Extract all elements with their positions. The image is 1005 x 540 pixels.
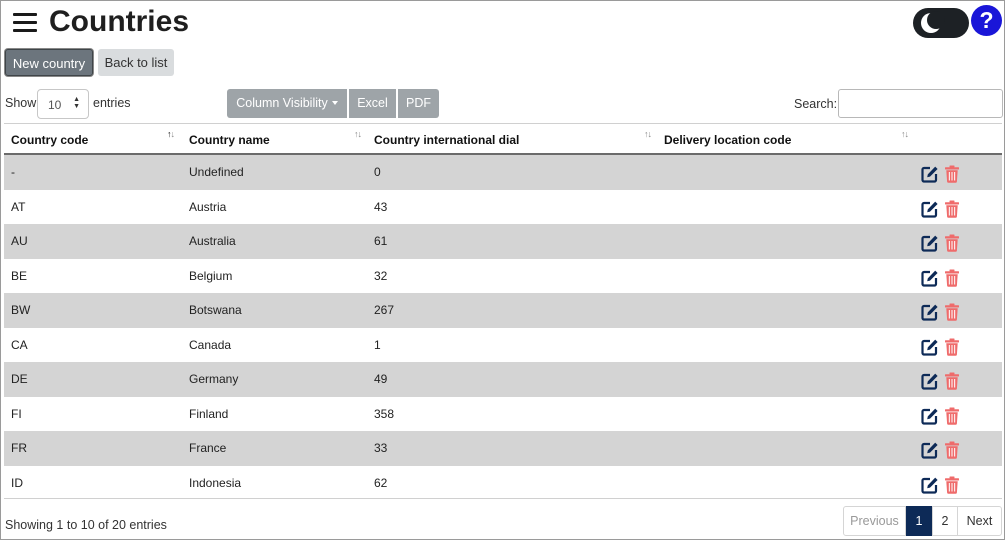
dark-mode-toggle[interactable] [913,8,969,38]
delete-icon[interactable] [944,441,960,459]
international-dial-cell: 32 [374,268,388,283]
table-bottom-border [4,498,1002,499]
table-header: Country code ↑↓ Country name ↑↓ Country … [4,124,1002,155]
country-code-cell: DE [11,372,28,386]
edit-icon[interactable] [921,234,939,252]
menu-icon[interactable] [13,12,37,32]
pagination-next[interactable]: Next [957,506,1002,536]
column-visibility-button[interactable]: Column Visibility [227,89,347,118]
sort-icon[interactable]: ↑↓ [354,129,362,139]
table-row: - Undefined 0 [4,155,1002,190]
column-header-country-name[interactable]: Country name [189,133,270,147]
international-dial-cell: 43 [374,199,388,214]
pdf-export-button[interactable]: PDF [398,89,439,118]
delete-icon[interactable] [944,372,960,390]
country-code-cell: ID [11,475,23,490]
country-name-cell: Finland [189,406,229,421]
select-arrows-icon: ▲ ▼ [73,96,80,110]
column-visibility-label: Column Visibility [236,96,328,110]
delete-icon[interactable] [944,200,960,218]
back-to-list-button[interactable]: Back to list [98,49,174,76]
international-dial-cell: 0 [374,165,381,179]
country-name-cell: France [189,441,227,455]
edit-icon[interactable] [921,441,939,459]
country-name-cell: Botswana [189,303,242,317]
country-code-cell: FR [11,441,27,455]
help-button[interactable]: ? [971,5,1002,36]
sort-icon[interactable]: ↑↓ [644,129,652,139]
table-row: AU Australia 61 [4,224,1002,259]
country-name-cell: Canada [189,337,232,352]
international-dial-cell: 33 [374,441,388,455]
international-dial-cell: 1 [374,337,381,352]
edit-icon[interactable] [921,476,939,494]
entries-label: entries [93,96,131,110]
table-row: ID Indonesia 62 [4,466,1002,501]
table-info: Showing 1 to 10 of 20 entries [5,518,167,532]
pagination-page-1[interactable]: 1 [906,506,932,536]
excel-export-button[interactable]: Excel [349,89,396,118]
country-code-cell: CA [11,337,28,352]
app-frame: Countries ? New country Back to list Sho… [0,0,1005,540]
entries-length-value: 10 [48,98,62,112]
international-dial-cell: 61 [374,234,388,248]
delete-icon[interactable] [944,165,960,183]
delete-icon[interactable] [944,476,960,494]
country-name-cell: Austria [189,199,227,214]
country-name-cell: Indonesia [189,475,242,490]
country-name-cell: Australia [189,234,236,248]
column-header-country-code[interactable]: Country code [11,133,88,147]
countries-table: Country code ↑↓ Country name ↑↓ Country … [4,123,1002,500]
sort-icon[interactable]: ↑↓ [167,129,175,139]
table-row: BW Botswana 267 [4,293,1002,328]
country-code-cell: FI [11,406,22,421]
edit-icon[interactable] [921,165,939,183]
table-row: BE Belgium 32 [4,259,1002,294]
edit-icon[interactable] [921,407,939,425]
entries-length-select[interactable]: 10 ▲ ▼ [37,89,89,119]
international-dial-cell: 358 [374,406,395,421]
column-header-delivery-location-code[interactable]: Delivery location code [664,133,791,147]
column-header-international-dial[interactable]: Country international dial [374,133,519,147]
delete-icon[interactable] [944,338,960,356]
delete-icon[interactable] [944,269,960,287]
edit-icon[interactable] [921,269,939,287]
table-row: CA Canada 1 [4,328,1002,363]
edit-icon[interactable] [921,200,939,218]
edit-icon[interactable] [921,338,939,356]
country-code-cell: AT [11,199,26,214]
table-row: FI Finland 358 [4,397,1002,432]
international-dial-cell: 49 [374,372,388,386]
show-label: Show [5,96,37,110]
country-name-cell: Undefined [189,165,244,179]
delete-icon[interactable] [944,407,960,425]
country-code-cell: - [11,165,15,179]
international-dial-cell: 62 [374,475,388,490]
pagination-page-2[interactable]: 2 [932,506,958,536]
country-code-cell: BW [11,303,31,317]
caret-down-icon [331,101,338,105]
table-body: - Undefined 0 AT Austria 43 AU Australia 61 BE Bel… [4,155,1002,500]
table-row: DE Germany 49 [4,362,1002,397]
new-country-button[interactable]: New country [5,49,93,76]
table-row: FR France 33 [4,431,1002,466]
sort-icon[interactable]: ↑↓ [901,129,909,139]
search-input[interactable] [838,89,1003,118]
table-row: AT Austria 43 [4,190,1002,225]
edit-icon[interactable] [921,303,939,321]
country-code-cell: AU [11,234,28,248]
edit-icon[interactable] [921,372,939,390]
international-dial-cell: 267 [374,303,395,317]
delete-icon[interactable] [944,234,960,252]
country-name-cell: Germany [189,372,239,386]
country-code-cell: BE [11,268,28,283]
pagination-previous[interactable]: Previous [843,506,906,536]
search-label: Search: [794,97,838,111]
delete-icon[interactable] [944,303,960,321]
page-title: Countries [49,5,190,38]
country-name-cell: Belgium [189,268,233,283]
